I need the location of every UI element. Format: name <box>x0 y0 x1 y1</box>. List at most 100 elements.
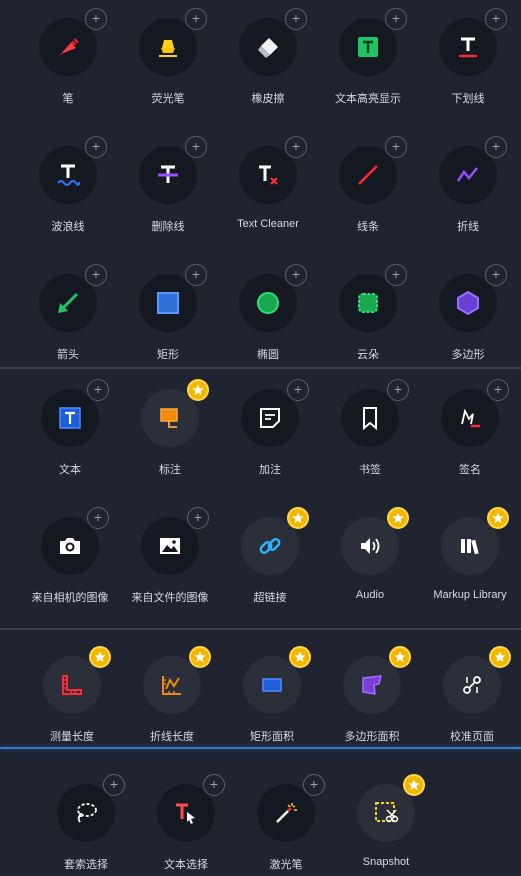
tool-polygon-button[interactable]: + <box>439 264 507 332</box>
tool-polyline[interactable]: + 折线 <box>416 136 520 246</box>
tool-text-select-button[interactable]: + <box>157 774 225 842</box>
tool-cloud[interactable]: + 云朵 <box>316 264 420 374</box>
tool-measure-length[interactable]: 测量长度 <box>20 646 124 756</box>
premium-star-icon <box>287 507 309 529</box>
polygon-icon <box>457 290 479 316</box>
tool-text-cleaner[interactable]: + Text Cleaner <box>216 136 320 246</box>
tool-line[interactable]: + 线条 <box>316 136 420 246</box>
ruler-icon <box>62 675 82 695</box>
add-arrow-icon[interactable]: + <box>85 264 107 286</box>
add-file-image-icon[interactable]: + <box>187 507 209 529</box>
tool-highlighter[interactable]: + 荧光笔 <box>116 8 220 118</box>
tool-hyperlink-button[interactable] <box>241 507 309 575</box>
tool-lasso-button[interactable]: + <box>57 774 125 842</box>
tool-camera-image-button[interactable]: + <box>41 507 109 575</box>
add-camera-image-icon[interactable]: + <box>87 507 109 529</box>
add-strikeout-icon[interactable]: + <box>185 136 207 158</box>
tool-calibrate-button[interactable] <box>443 646 511 714</box>
tool-squiggly-button[interactable]: + <box>39 136 107 204</box>
tool-arrow[interactable]: + 箭头 <box>16 264 120 374</box>
tool-file-image[interactable]: + 来自文件的图像 <box>118 507 222 617</box>
add-polygon-icon[interactable]: + <box>485 264 507 286</box>
add-ellipse-icon[interactable]: + <box>285 264 307 286</box>
tool-bookmark[interactable]: + 书签 <box>318 379 422 489</box>
add-text-highlight-icon[interactable]: + <box>385 8 407 30</box>
tool-polygon-area[interactable]: 多边形面积 <box>320 646 424 756</box>
tool-file-image-button[interactable]: + <box>141 507 209 575</box>
tool-laser[interactable]: + 激光笔 <box>234 774 338 876</box>
add-text-cleaner-icon[interactable]: + <box>285 136 307 158</box>
tool-calibrate-label: 校准页面 <box>450 731 494 743</box>
tool-cloud-button[interactable]: + <box>339 264 407 332</box>
tool-lasso[interactable]: + 套索选择 <box>34 774 138 876</box>
tool-polygon-area-button[interactable] <box>343 646 411 714</box>
tool-hyperlink[interactable]: 超链接 <box>218 507 322 617</box>
add-eraser-icon[interactable]: + <box>285 8 307 30</box>
add-squiggly-icon[interactable]: + <box>85 136 107 158</box>
tool-rect-area[interactable]: 矩形面积 <box>220 646 324 756</box>
tool-measure-length-button[interactable] <box>43 646 111 714</box>
add-line-icon[interactable]: + <box>385 136 407 158</box>
tool-audio[interactable]: Audio <box>318 507 422 617</box>
tool-text-highlight-button[interactable]: + <box>339 8 407 76</box>
tool-ellipse-button[interactable]: + <box>239 264 307 332</box>
add-underline-icon[interactable]: + <box>485 8 507 30</box>
tool-polygon[interactable]: + 多边形 <box>416 264 520 374</box>
tool-rectangle[interactable]: + 矩形 <box>116 264 220 374</box>
tool-rectangle-button[interactable]: + <box>139 264 207 332</box>
tool-underline[interactable]: + 下划线 <box>416 8 520 118</box>
tool-polyline-button[interactable]: + <box>439 136 507 204</box>
tool-text[interactable]: + 文本 <box>18 379 122 489</box>
premium-star-icon <box>387 507 409 529</box>
tool-line-button[interactable]: + <box>339 136 407 204</box>
tool-signature-button[interactable]: + <box>441 379 509 447</box>
tool-note-button[interactable]: + <box>241 379 309 447</box>
tool-bookmark-button[interactable]: + <box>341 379 409 447</box>
tool-laser-button[interactable]: + <box>257 774 325 842</box>
add-text-select-icon[interactable]: + <box>203 774 225 796</box>
tool-squiggly[interactable]: + 波浪线 <box>16 136 120 246</box>
section-divider-active <box>0 747 521 749</box>
add-note-icon[interactable]: + <box>287 379 309 401</box>
tool-eraser-button[interactable]: + <box>239 8 307 76</box>
tool-eraser[interactable]: + 橡皮擦 <box>216 8 320 118</box>
tool-strikeout-button[interactable]: + <box>139 136 207 204</box>
tool-pen[interactable]: + 笔 <box>16 8 120 118</box>
add-bookmark-icon[interactable]: + <box>387 379 409 401</box>
add-text-icon[interactable]: + <box>87 379 109 401</box>
tool-strikeout[interactable]: + 删除线 <box>116 136 220 246</box>
tool-text-highlight[interactable]: + 文本高亮显示 <box>316 8 420 118</box>
tool-camera-image-label: 来自相机的图像 <box>31 592 109 604</box>
tool-ellipse[interactable]: + 椭圆 <box>216 264 320 374</box>
tool-pen-button[interactable]: + <box>39 8 107 76</box>
add-laser-icon[interactable]: + <box>303 774 325 796</box>
tool-callout[interactable]: 标注 <box>118 379 222 489</box>
tool-highlighter-button[interactable]: + <box>139 8 207 76</box>
tool-calibrate[interactable]: 校准页面 <box>420 646 521 756</box>
tool-polyline-length[interactable]: 折线长度 <box>120 646 224 756</box>
add-cloud-icon[interactable]: + <box>385 264 407 286</box>
tool-arrow-button[interactable]: + <box>39 264 107 332</box>
tool-camera-image[interactable]: + 来自相机的图像 <box>18 507 122 617</box>
tool-text-cleaner-button[interactable]: + <box>239 136 307 204</box>
tool-polyline-length-button[interactable] <box>143 646 211 714</box>
add-rectangle-icon[interactable]: + <box>185 264 207 286</box>
add-polyline-icon[interactable]: + <box>485 136 507 158</box>
add-pen-icon[interactable]: + <box>85 8 107 30</box>
tool-markup-library[interactable]: Markup Library <box>418 507 521 617</box>
tool-underline-button[interactable]: + <box>439 8 507 76</box>
add-highlighter-icon[interactable]: + <box>185 8 207 30</box>
add-lasso-icon[interactable]: + <box>103 774 125 796</box>
tool-rect-area-button[interactable] <box>243 646 311 714</box>
tool-text-button[interactable]: + <box>41 379 109 447</box>
camera-icon <box>60 538 80 554</box>
tool-callout-button[interactable] <box>141 379 209 447</box>
tool-markup-library-button[interactable] <box>441 507 509 575</box>
tool-snapshot-button[interactable] <box>357 774 425 842</box>
tool-snapshot[interactable]: Snapshot <box>334 774 438 876</box>
tool-signature[interactable]: + 签名 <box>418 379 521 489</box>
tool-audio-button[interactable] <box>341 507 409 575</box>
tool-text-select[interactable]: + 文本选择 <box>134 774 238 876</box>
tool-note[interactable]: + 加注 <box>218 379 322 489</box>
add-signature-icon[interactable]: + <box>487 379 509 401</box>
